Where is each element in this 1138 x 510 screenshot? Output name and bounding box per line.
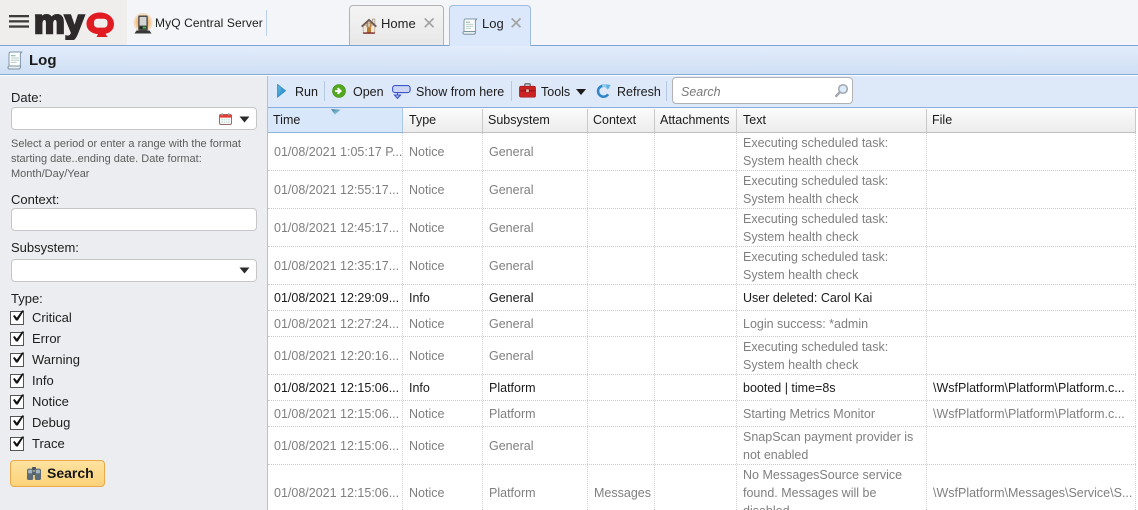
svg-text:my: my <box>34 8 85 40</box>
